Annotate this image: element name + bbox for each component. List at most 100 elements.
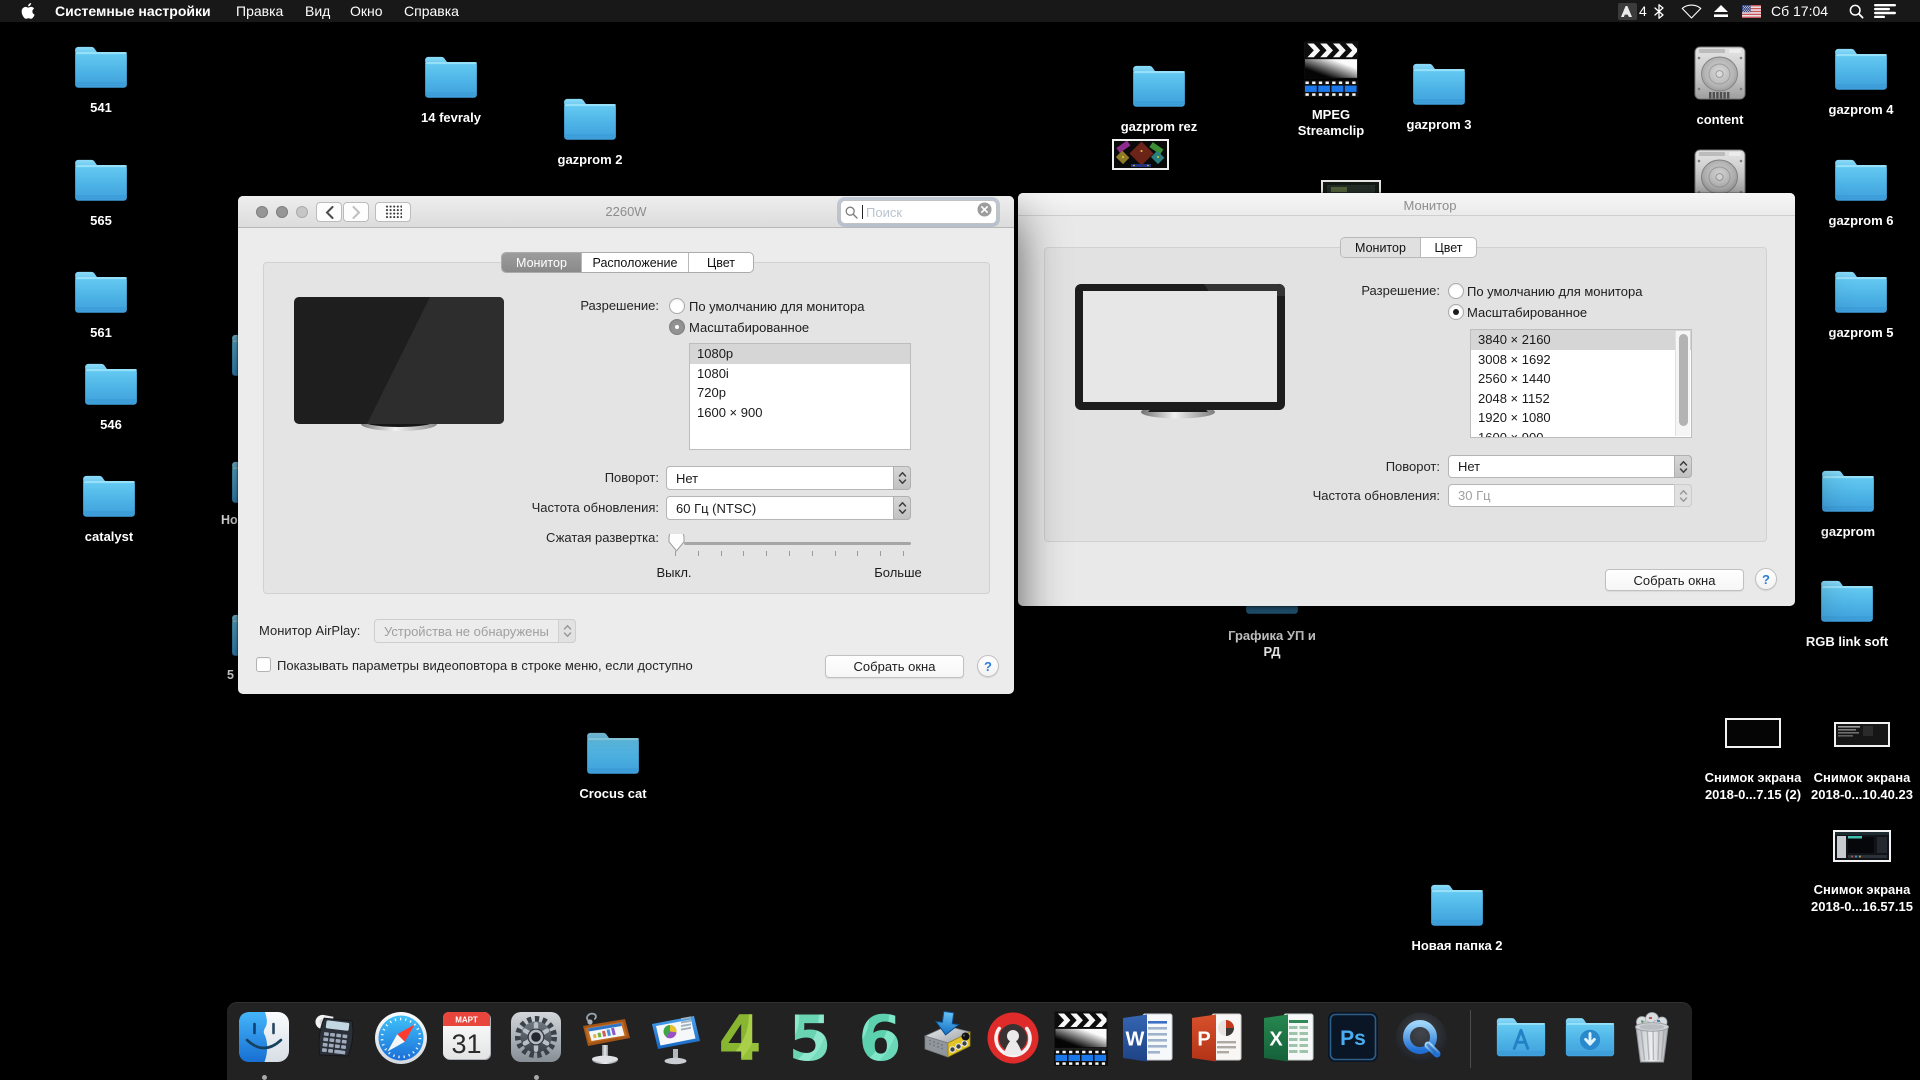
rotation-select[interactable]: Нет bbox=[1448, 455, 1692, 478]
radio-default-resolution[interactable] bbox=[669, 298, 685, 314]
gather-windows-button[interactable]: Собрать окна bbox=[1605, 569, 1744, 591]
dock-quicktime[interactable] bbox=[1394, 1011, 1446, 1065]
menu-app-name[interactable]: Системные настройки bbox=[55, 0, 211, 22]
monitor-preview-image bbox=[1074, 283, 1286, 423]
dock-screen-cast[interactable] bbox=[986, 1011, 1038, 1065]
desktop-icon-gazprom-rez[interactable]: gazprom rez bbox=[1129, 61, 1189, 135]
tab-raspolozhenie[interactable]: Расположение bbox=[582, 253, 689, 272]
dock-trash[interactable] bbox=[1627, 1011, 1677, 1065]
eject-icon[interactable] bbox=[1713, 0, 1729, 22]
desktop-icon-561[interactable]: 561 bbox=[71, 267, 131, 341]
help-button[interactable]: ? bbox=[1755, 568, 1777, 590]
dock-separator bbox=[1470, 1010, 1471, 1068]
desktop-icon-label: MPEG Streamclip bbox=[1291, 107, 1371, 139]
resolution-option-1080i[interactable]: 1080i bbox=[690, 364, 910, 384]
dock-mpeg-streamclip[interactable] bbox=[1054, 1011, 1106, 1065]
refresh-select[interactable]: 30 Гц bbox=[1448, 484, 1692, 507]
menu-clock[interactable]: Сб 17:04 bbox=[1771, 0, 1828, 22]
radio-scaled-resolution[interactable] bbox=[1448, 304, 1464, 320]
resolution-option-1600x900[interactable]: 1600 × 900 bbox=[690, 403, 910, 423]
dock-keynote-09[interactable] bbox=[578, 1011, 630, 1065]
desktop-icon-14-fevraly[interactable]: 14 fevraly bbox=[421, 52, 481, 126]
desktop-icon-541[interactable]: 541 bbox=[71, 42, 131, 116]
desktop-icon-catalyst[interactable]: catalyst bbox=[79, 471, 139, 545]
resolution-option-1920x1080[interactable]: 1920 × 1080 bbox=[1471, 408, 1691, 428]
menu-item-okno[interactable]: Окно bbox=[350, 0, 383, 22]
menu-item-spravka[interactable]: Справка bbox=[404, 0, 459, 22]
tab-cvet[interactable]: Цвет bbox=[1421, 238, 1476, 257]
desktop-icon-rgb-link-soft[interactable]: RGB link soft bbox=[1817, 576, 1877, 650]
dock-excel[interactable]: X bbox=[1262, 1011, 1314, 1065]
tab-monitor[interactable]: Монитор bbox=[1341, 238, 1421, 257]
mirroring-checkbox[interactable] bbox=[256, 657, 271, 672]
clear-search-button[interactable] bbox=[977, 202, 992, 222]
spotlight-icon[interactable] bbox=[1849, 0, 1864, 22]
bluetooth-icon[interactable] bbox=[1654, 0, 1664, 22]
dock-keynote[interactable] bbox=[648, 1011, 700, 1065]
refresh-select[interactable]: 60 Гц (NTSC) bbox=[666, 496, 911, 520]
dock-finder[interactable] bbox=[238, 1011, 290, 1065]
underscan-slider-track[interactable] bbox=[684, 542, 911, 545]
desktop-icon-565[interactable]: 565 bbox=[71, 155, 131, 229]
dock-applications-folder[interactable] bbox=[1493, 1011, 1545, 1065]
dock-powerpoint[interactable]: P bbox=[1190, 1011, 1242, 1065]
dock-watchout-4[interactable]: 4 4 bbox=[712, 1011, 764, 1065]
dock-safari[interactable] bbox=[374, 1011, 426, 1065]
screenshot-preview bbox=[1725, 718, 1781, 748]
resolution-option-3840x2160[interactable]: 3840 × 2160 bbox=[1471, 330, 1691, 350]
desktop-icon-mpeg-streamclip[interactable]: MPEG Streamclip bbox=[1291, 41, 1371, 139]
resolution-option-2560x1440[interactable]: 2560 × 1440 bbox=[1471, 369, 1691, 389]
desktop-icon-content-drive[interactable]: content bbox=[1693, 45, 1747, 128]
menu-item-pravka[interactable]: Правка bbox=[236, 0, 283, 22]
desktop-icon-image-thumbnail[interactable] bbox=[1112, 139, 1169, 170]
scrollbar[interactable] bbox=[1675, 331, 1690, 436]
wifi-icon[interactable] bbox=[1681, 0, 1702, 22]
dock-downloads-folder[interactable] bbox=[1562, 1011, 1614, 1065]
dock-photoshop[interactable]: Ps bbox=[1327, 1011, 1379, 1065]
resolution-option-720p[interactable]: 720p bbox=[690, 383, 910, 403]
window2-titlebar[interactable]: Монитор bbox=[1018, 193, 1795, 216]
dock-watchout-5[interactable]: 5 5 bbox=[782, 1011, 834, 1065]
desktop-icon-gazprom-5[interactable]: gazprom 5 bbox=[1831, 267, 1891, 341]
desktop-icon-gazprom-4[interactable]: gazprom 4 bbox=[1831, 44, 1891, 118]
desktop-icon-gazprom-6[interactable]: gazprom 6 bbox=[1831, 155, 1891, 229]
dock-video-device-installer[interactable] bbox=[919, 1011, 971, 1065]
scrollbar-thumb[interactable] bbox=[1679, 334, 1688, 426]
desktop-icon-gazprom[interactable]: gazprom bbox=[1818, 466, 1878, 540]
adobe-badge-icon[interactable] bbox=[1618, 0, 1637, 22]
dock-calculator[interactable] bbox=[307, 1011, 359, 1065]
resolution-option-1080p[interactable]: 1080p bbox=[690, 344, 910, 364]
desktop-icon-gazprom-2[interactable]: gazprom 2 bbox=[560, 94, 620, 168]
window1-titlebar[interactable]: 2260W Поиск bbox=[238, 196, 1014, 228]
search-field[interactable]: Поиск bbox=[840, 200, 997, 224]
us-flag-icon[interactable] bbox=[1742, 0, 1761, 22]
dock-word[interactable]: W bbox=[1121, 1011, 1173, 1065]
menu-item-vid[interactable]: Вид bbox=[305, 0, 330, 22]
resolution-option-2048x1152[interactable]: 2048 × 1152 bbox=[1471, 389, 1691, 409]
resolution-option-1600x900[interactable]: 1600 × 900 bbox=[1471, 428, 1691, 439]
airplay-select[interactable]: Устройства не обнаружены bbox=[374, 619, 576, 643]
gather-windows-button[interactable]: Собрать окна bbox=[825, 655, 964, 678]
tab-cvet[interactable]: Цвет bbox=[689, 253, 753, 272]
desktop-icon-novaya-papka-2[interactable]: Новая папка 2 bbox=[1427, 880, 1487, 954]
apple-menu[interactable] bbox=[21, 0, 35, 22]
dock-calendar[interactable]: МАРТ 31 bbox=[442, 1011, 494, 1065]
tab-monitor[interactable]: Монитор bbox=[502, 253, 582, 272]
radio-default-resolution[interactable] bbox=[1448, 283, 1464, 299]
help-button[interactable]: ? bbox=[977, 655, 999, 677]
desktop-icon-crocus-cat[interactable]: Crocus cat bbox=[583, 728, 643, 802]
notification-center-icon[interactable] bbox=[1874, 0, 1896, 22]
desktop-icon-label: gazprom 2 bbox=[558, 152, 623, 168]
desktop-icon-screenshot-3[interactable]: Снимок экрана2018-0...16.57.15 bbox=[1831, 830, 1893, 915]
window1-tab-bar: Монитор Расположение Цвет bbox=[501, 252, 754, 273]
desktop-icon-label: gazprom 5 bbox=[1829, 325, 1894, 341]
rotation-select[interactable]: Нет bbox=[666, 466, 911, 490]
dock-watchout-6[interactable]: 6 6 bbox=[852, 1011, 904, 1065]
dock-system-preferences[interactable] bbox=[510, 1011, 562, 1065]
desktop-icon-screenshot-2[interactable]: Снимок экрана2018-0...10.40.23 bbox=[1832, 722, 1892, 803]
desktop-icon-546[interactable]: 546 bbox=[81, 359, 141, 433]
desktop-icon-gazprom-3[interactable]: gazprom 3 bbox=[1409, 59, 1469, 133]
resolution-option-3008x1692[interactable]: 3008 × 1692 bbox=[1471, 350, 1691, 370]
desktop-icon-screenshot-1[interactable]: Снимок экрана2018-0...7.15 (2) bbox=[1723, 718, 1783, 803]
radio-scaled-resolution[interactable] bbox=[669, 319, 685, 335]
